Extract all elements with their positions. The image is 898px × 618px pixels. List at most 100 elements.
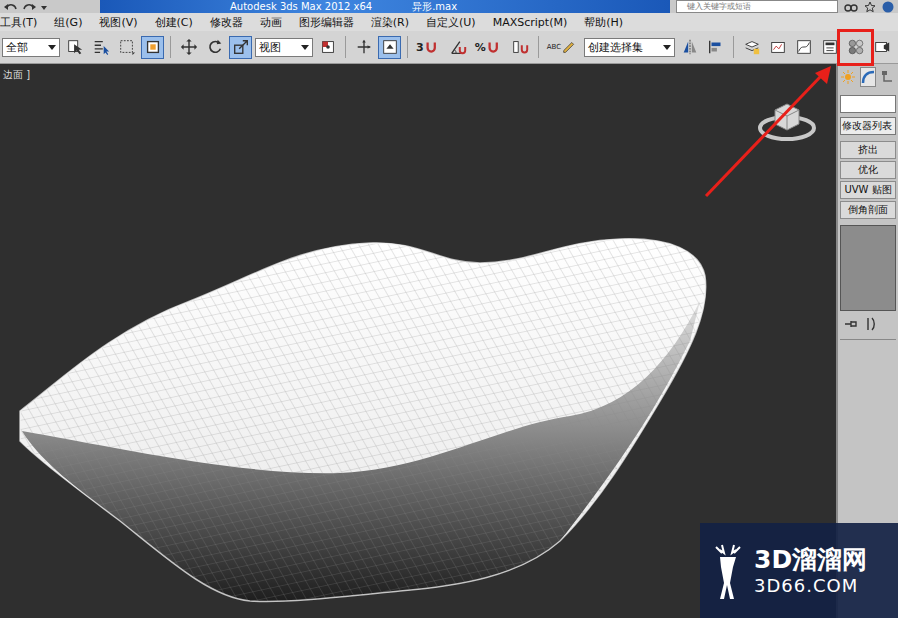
select-object-icon [66, 38, 84, 56]
layer-icon [743, 38, 761, 56]
modify-tab-icon [861, 70, 875, 84]
pencil-icon [561, 38, 579, 56]
toolbar-button[interactable] [818, 36, 841, 59]
watermark-site: 3D66.COM [754, 575, 867, 597]
undo-icon[interactable] [4, 1, 18, 13]
command-panel-tab[interactable] [840, 67, 857, 87]
dropdown-arrow-icon[interactable] [40, 1, 48, 13]
search-field[interactable]: 键入关键字或短语 [676, 0, 838, 13]
window-title: Autodesk 3ds Max 2012 x64 [230, 0, 372, 13]
scale-icon [232, 38, 250, 56]
toolbar-button[interactable]: ABC [545, 36, 581, 59]
menu-item[interactable]: 视图(V) [99, 14, 137, 31]
toolbar-button[interactable] [766, 36, 789, 59]
watermark-brand: 3D溜溜网 [754, 545, 867, 575]
toolbar-button[interactable] [115, 36, 138, 59]
object-name-field[interactable] [840, 95, 896, 113]
modifier-button[interactable]: UVW 贴图 [840, 181, 896, 199]
dropdown-arrow-icon [663, 45, 671, 50]
menu-item[interactable]: 渲染(R) [371, 14, 409, 31]
help-icon[interactable] [882, 1, 894, 13]
toolbar-separator [170, 36, 171, 58]
keyboard-override-icon [381, 38, 399, 56]
file-name: 异形.max [412, 0, 457, 13]
toolbar-dropdown[interactable]: 创建选择集 [584, 38, 675, 57]
toolbar-button[interactable] [229, 36, 252, 59]
toolbar-button[interactable] [509, 36, 532, 59]
star-icon[interactable] [864, 1, 876, 13]
align-icon [707, 38, 725, 56]
toolbar-button[interactable] [177, 36, 200, 59]
deer-logo-icon [708, 541, 748, 601]
select-by-name-icon [92, 38, 110, 56]
hierarchy-tab-icon [881, 70, 895, 84]
modifier-button[interactable]: 优化 [840, 161, 896, 179]
menu-item[interactable]: MAXScript(M) [493, 15, 568, 30]
move-icon [180, 38, 198, 56]
toolbar-dropdown[interactable]: 全部 [2, 38, 60, 57]
toolbar-button[interactable] [203, 36, 226, 59]
modifier-button[interactable]: 倒角剖面 [840, 201, 896, 219]
toolbar-button[interactable] [141, 36, 164, 59]
menu-item[interactable]: 修改器 [210, 14, 243, 31]
pin-stack-icon[interactable] [844, 318, 858, 330]
mirror-icon [681, 38, 699, 56]
command-panel-tab[interactable] [879, 67, 896, 87]
redo-icon[interactable] [22, 1, 36, 13]
toolbar-button[interactable] [316, 36, 339, 59]
window-crossing-icon [144, 38, 162, 56]
toolbar-button[interactable] [678, 36, 701, 59]
toolbar-button[interactable]: 3 [414, 36, 444, 59]
toolbar-separator [733, 36, 734, 58]
search-placeholder: 键入关键字或短语 [687, 2, 751, 11]
toolbar-button[interactable] [792, 36, 815, 59]
stack-tools [840, 317, 896, 331]
toolbar-button[interactable] [704, 36, 727, 59]
toolbar-separator [345, 36, 346, 58]
menu-item[interactable]: 图形编辑器 [299, 14, 354, 31]
main-toolbar: 全部 视图 3% ABC创建选择集 [0, 31, 898, 64]
quick-access-toolbar [0, 1, 100, 13]
menu-item[interactable]: 自定义(U) [426, 14, 476, 31]
modifier-buttons: 挤出优化 UVW 贴图倒角剖面 [840, 141, 896, 219]
viewport-label[interactable]: 边面 ] [3, 68, 30, 82]
toolbar-button[interactable] [870, 36, 893, 59]
modifier-list-dropdown[interactable]: 修改器列表 [840, 117, 896, 135]
toolbar-button[interactable] [352, 36, 375, 59]
toolbar-button[interactable] [89, 36, 112, 59]
dropdown-arrow-icon [48, 45, 56, 50]
viewcube-icon[interactable] [757, 96, 817, 146]
spinner-snap-icon [511, 38, 529, 56]
toolbar-button[interactable]: % [473, 36, 506, 59]
schematic-icon [821, 38, 839, 56]
rect-region-icon [118, 38, 136, 56]
menu-item[interactable]: 创建(C) [155, 14, 193, 31]
toolbar-button[interactable] [844, 36, 867, 59]
toolbar-button[interactable] [63, 36, 86, 59]
menu-item[interactable]: 组(G) [54, 14, 82, 31]
menu-item[interactable]: 动画 [260, 14, 282, 31]
render-setup-icon [873, 38, 891, 56]
toolbar-button[interactable] [378, 36, 401, 59]
toolbar-separator [538, 36, 539, 58]
rotate-icon [206, 38, 224, 56]
toolbar-dropdown[interactable]: 视图 [255, 38, 313, 57]
percent-snap-magnet-icon [486, 38, 504, 56]
toolbar-separator [407, 36, 408, 58]
toolbar-button[interactable] [447, 36, 470, 59]
menu-item[interactable]: 帮助(H) [584, 14, 623, 31]
manipulate-icon [355, 38, 373, 56]
command-panel-tab[interactable] [860, 67, 877, 87]
dropdown-arrow-icon [301, 45, 309, 50]
modifier-stack[interactable] [840, 225, 896, 311]
modifier-button[interactable]: 挤出 [840, 141, 896, 159]
panel-separator [840, 339, 896, 340]
toolbar-button[interactable] [740, 36, 763, 59]
binoculars-icon[interactable] [844, 1, 858, 13]
curve-editor-icon [795, 38, 813, 56]
menu-item[interactable]: 工具(T) [0, 14, 37, 31]
info-center [844, 1, 898, 13]
annotation-arrow-icon [0, 0, 898, 618]
show-end-result-icon[interactable] [864, 317, 876, 331]
snap-magnet-icon [424, 38, 442, 56]
